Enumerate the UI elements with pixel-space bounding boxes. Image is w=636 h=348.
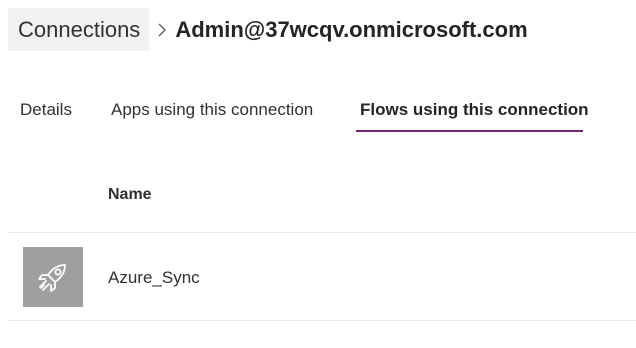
tab-details[interactable]: Details [20,88,72,132]
rocket-icon [23,247,83,307]
flow-name[interactable]: Azure_Sync [108,268,200,288]
breadcrumb-connections-link[interactable]: Connections [8,8,150,51]
chevron-right-icon [149,8,175,51]
list-item[interactable]: Azure_Sync [8,234,636,320]
header-divider [8,232,636,233]
page-title: Admin@37wcqv.onmicrosoft.com [175,16,528,42]
row-divider [8,320,636,321]
active-tab-indicator [356,130,583,132]
breadcrumb: Connections Admin@37wcqv.onmicrosoft.com [8,8,528,51]
tab-bar: Details Apps using this connection Flows… [0,88,636,134]
tab-apps-using-connection[interactable]: Apps using this connection [111,88,313,132]
tab-flows-using-connection[interactable]: Flows using this connection [360,88,589,132]
column-header-name[interactable]: Name [108,186,152,204]
breadcrumb-connections-label: Connections [18,16,141,42]
